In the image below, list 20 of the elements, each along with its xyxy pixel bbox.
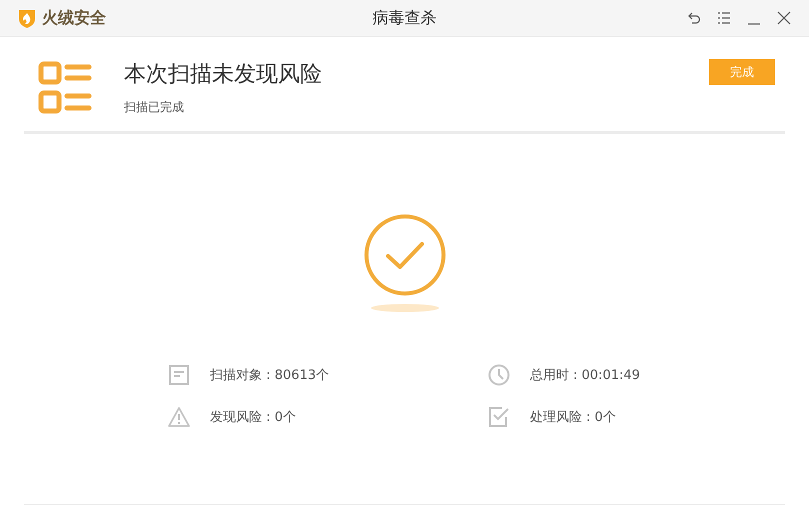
stat-label: 处理风险 : 0个 (530, 409, 616, 426)
shadow-ellipse (370, 304, 438, 312)
back-icon[interactable] (687, 11, 701, 25)
stat-label: 扫描对象 : 80613个 (210, 367, 329, 384)
close-icon[interactable] (777, 11, 791, 25)
app-name: 火绒安全 (42, 8, 106, 28)
warning-icon (168, 406, 190, 428)
check-circle-icon (364, 214, 446, 296)
list-icon (38, 61, 92, 115)
window-title: 病毒查杀 (372, 8, 436, 28)
done-button[interactable]: 完成 (709, 59, 775, 85)
flame-shield-logo-icon (18, 8, 36, 28)
document-icon (168, 364, 190, 386)
result-title: 本次扫描未发现风险 (124, 61, 322, 89)
clock-icon (488, 364, 510, 386)
result-subtitle: 扫描已完成 (124, 99, 185, 116)
stat-label: 发现风险 : 0个 (210, 409, 296, 426)
menu-icon[interactable] (717, 11, 731, 25)
checkbox-icon (488, 406, 510, 428)
stat-label: 总用时 : 00:01:49 (530, 367, 640, 384)
